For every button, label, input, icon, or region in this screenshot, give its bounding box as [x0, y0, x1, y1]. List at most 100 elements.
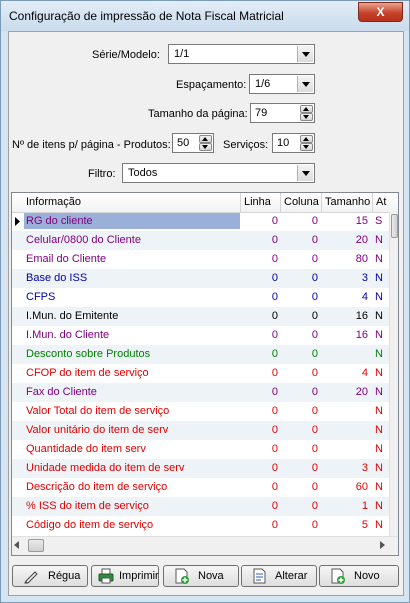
- filtro-label: Filtro:: [88, 168, 116, 180]
- table-row[interactable]: Quantidade do item serv 0 0 N: [12, 440, 390, 459]
- cell-coluna: 0: [311, 500, 318, 512]
- cell-at: N: [375, 424, 383, 436]
- col-informacao[interactable]: Informação: [26, 196, 81, 208]
- row-indicator[interactable]: [12, 288, 23, 307]
- row-indicator[interactable]: [12, 231, 23, 250]
- table-row[interactable]: Fax do Cliente 0 0 20 N: [12, 383, 390, 402]
- cell-linha: 0: [271, 310, 278, 322]
- table-row[interactable]: Valor Total do item de serviço 0 0 N: [12, 402, 390, 421]
- cell-informacao: Email do Cliente: [26, 253, 107, 265]
- cell-linha: 0: [271, 405, 278, 417]
- row-indicator[interactable]: [12, 212, 23, 231]
- col-linha[interactable]: Linha: [244, 196, 271, 208]
- spin-up-icon[interactable]: [300, 105, 313, 113]
- table-row[interactable]: I.Mun. do Cliente 0 0 16 N: [12, 326, 390, 345]
- cell-coluna: 0: [311, 443, 318, 455]
- serie-modelo-select[interactable]: 1/1: [168, 44, 315, 64]
- row-indicator[interactable]: [12, 402, 23, 421]
- cell-at: N: [375, 367, 383, 379]
- table-row[interactable]: Base do ISS 0 0 3 N: [12, 269, 390, 288]
- table-row[interactable]: Código do item de serviço 0 0 5 N: [12, 516, 390, 535]
- cell-informacao: Desconto sobre Produtos: [26, 348, 151, 360]
- close-button[interactable]: X: [358, 2, 403, 22]
- regua-label: Régua: [48, 570, 81, 582]
- row-pointer-icon: [15, 217, 20, 226]
- spin-down-icon[interactable]: [300, 143, 313, 151]
- row-indicator[interactable]: [12, 421, 23, 440]
- cell-coluna: 0: [311, 348, 318, 360]
- row-indicator[interactable]: [12, 269, 23, 288]
- espacamento-select[interactable]: 1/6: [249, 74, 315, 94]
- itens-produtos-stepper[interactable]: 50: [172, 133, 214, 153]
- novo-button[interactable]: Novo: [319, 565, 399, 587]
- chevron-down-icon[interactable]: [297, 165, 313, 181]
- vertical-scrollbar[interactable]: [389, 212, 398, 536]
- row-indicator[interactable]: [12, 497, 23, 516]
- spin-up-icon[interactable]: [199, 135, 212, 143]
- spin-down-icon[interactable]: [300, 113, 313, 121]
- tamanho-pagina-stepper[interactable]: 79: [250, 103, 315, 123]
- scroll-left-icon[interactable]: [14, 541, 19, 549]
- row-indicator[interactable]: [12, 440, 23, 459]
- cell-coluna: 0: [311, 215, 318, 227]
- horizontal-scrollbar[interactable]: [12, 536, 398, 555]
- scroll-right-icon[interactable]: [380, 541, 385, 549]
- cell-coluna: 0: [311, 519, 318, 531]
- cell-linha: 0: [271, 272, 278, 284]
- row-indicator[interactable]: [12, 307, 23, 326]
- spin-down-icon[interactable]: [199, 143, 212, 151]
- row-indicator[interactable]: [12, 345, 23, 364]
- row-indicator[interactable]: [12, 459, 23, 478]
- table-row[interactable]: CFOP do item de serviço 0 0 4 N: [12, 364, 390, 383]
- cell-at: N: [375, 405, 383, 417]
- row-indicator[interactable]: [12, 383, 23, 402]
- table-row[interactable]: Unidade medida do item de serv 0 0 3 N: [12, 459, 390, 478]
- regua-button[interactable]: Régua: [12, 565, 88, 587]
- cell-at: N: [375, 386, 383, 398]
- cell-coluna: 0: [311, 253, 318, 265]
- cell-linha: 0: [271, 348, 278, 360]
- table-row[interactable]: % ISS do item de serviço 0 0 1 N: [12, 497, 390, 516]
- filtro-select[interactable]: Todos: [122, 163, 315, 183]
- novo-label: Novo: [354, 570, 380, 582]
- itens-servicos-stepper[interactable]: 10: [272, 133, 315, 153]
- cell-tamanho: 3: [361, 272, 368, 284]
- table-row[interactable]: CFPS 0 0 4 N: [12, 288, 390, 307]
- table-row[interactable]: Descrição do item de serviço 0 0 60 N: [12, 478, 390, 497]
- espacamento-value: 1/6: [255, 78, 271, 90]
- vertical-scroll-thumb[interactable]: [391, 214, 398, 238]
- table-row[interactable]: Valor unitário do item de serv 0 0 N: [12, 421, 390, 440]
- imprimir-button[interactable]: Imprimir: [91, 565, 159, 587]
- table-row[interactable]: Desconto sobre Produtos 0 0 N: [12, 345, 390, 364]
- horizontal-scroll-thumb[interactable]: [28, 539, 44, 552]
- col-at[interactable]: At: [376, 196, 386, 208]
- row-indicator[interactable]: [12, 364, 23, 383]
- espacamento-label: Espaçamento:: [176, 79, 247, 91]
- cell-tamanho: 1: [361, 500, 368, 512]
- info-grid[interactable]: Informação Linha Coluna Tamanho At RG do…: [11, 192, 399, 556]
- cell-at: N: [375, 253, 383, 265]
- cell-linha: 0: [271, 329, 278, 341]
- chevron-down-icon[interactable]: [297, 46, 313, 62]
- cell-linha: 0: [271, 234, 278, 246]
- spin-up-icon[interactable]: [300, 135, 313, 143]
- cell-coluna: 0: [311, 367, 318, 379]
- filtro-value: Todos: [128, 167, 158, 179]
- nova-button[interactable]: Nova: [163, 565, 239, 587]
- table-row[interactable]: RG do cliente 0 0 15 S: [12, 212, 390, 231]
- alterar-button[interactable]: Alterar: [241, 565, 317, 587]
- table-row[interactable]: I.Mun. do Emitente 0 0 16 N: [12, 307, 390, 326]
- col-coluna[interactable]: Coluna: [284, 196, 319, 208]
- table-row[interactable]: Email do Cliente 0 0 80 N: [12, 250, 390, 269]
- cell-linha: 0: [271, 367, 278, 379]
- cell-tamanho: 60: [355, 481, 368, 493]
- cell-linha: 0: [271, 215, 278, 227]
- row-indicator[interactable]: [12, 516, 23, 535]
- cell-informacao: % ISS do item de serviço: [26, 500, 149, 512]
- col-tamanho[interactable]: Tamanho: [325, 196, 370, 208]
- chevron-down-icon[interactable]: [297, 76, 313, 92]
- row-indicator[interactable]: [12, 326, 23, 345]
- row-indicator[interactable]: [12, 478, 23, 497]
- row-indicator[interactable]: [12, 250, 23, 269]
- table-row[interactable]: Celular/0800 do Cliente 0 0 20 N: [12, 231, 390, 250]
